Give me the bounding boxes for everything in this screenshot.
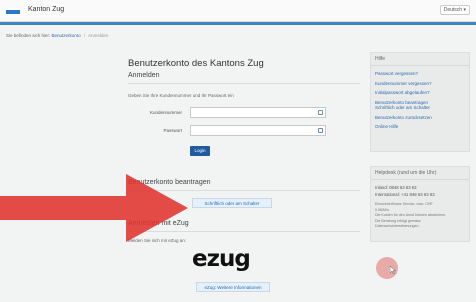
helpdesk-fine-print-1: Einwohnerfinanz Service, max. CHF — [375, 202, 433, 206]
ezug-info-button[interactable]: eZug: Weitere Informationen — [196, 282, 270, 292]
online-help-link[interactable]: Online Hilfe — [371, 122, 469, 132]
breadcrumb-separator: / — [83, 33, 86, 38]
kanton-flag-icon — [6, 8, 20, 14]
divider — [128, 83, 360, 84]
helpdesk-domestic-phone: Inland: 0848 63 63 63 — [375, 185, 417, 190]
forgot-customer-number-link[interactable]: Kundennummer vergessen? — [371, 79, 469, 89]
helpdesk-panel: Helpdesk (rund um die Uhr) Inland: 0848 … — [370, 166, 470, 242]
brand-title[interactable]: Kanton Zug — [28, 6, 64, 13]
helpdesk-heading: Helpdesk (rund um die Uhr) — [371, 167, 469, 180]
forgot-password-link[interactable]: Passwort vergessen? — [371, 66, 469, 79]
breadcrumb-current: Anmelden — [88, 33, 109, 38]
autofill-icon — [318, 110, 323, 115]
help-panel: Hilfe Passwort vergessen? Kundennummer v… — [370, 52, 470, 152]
language-select[interactable]: Deutsch ▾ — [439, 5, 470, 15]
apply-account-link[interactable]: Benutzerkonto beantragen — [371, 98, 469, 106]
page-title: Benutzerkonto des Kantons Zug — [128, 58, 264, 69]
mouse-cursor-icon — [390, 266, 396, 274]
red-arrow-annotation-icon — [0, 174, 188, 242]
login-heading: Anmelden — [128, 72, 160, 79]
helpdesk-fine-print-5: Datenschutzbestimmungen. — [375, 224, 420, 228]
password-input[interactable] — [190, 125, 326, 136]
customer-number-input[interactable] — [190, 107, 326, 118]
help-heading: Hilfe — [371, 53, 469, 66]
login-instruction: Geben Sie Ihre Kundennummer und Ihr Pass… — [128, 93, 234, 98]
autofill-icon — [318, 128, 323, 133]
header-accent-bar — [0, 22, 476, 25]
breadcrumb-link[interactable]: Benutzerkonto — [52, 33, 81, 38]
apply-account-link-sub[interactable]: Schriftlich oder am Schalter — [371, 105, 469, 113]
login-button[interactable]: Login — [190, 146, 210, 156]
password-label: Passwort — [163, 128, 182, 133]
initial-password-expired-link[interactable]: Initialpasswort abgelaufen? — [371, 88, 469, 98]
helpdesk-international-phone: International: +41 848 63 63 63 — [375, 192, 435, 197]
breadcrumb: Sie befinden sich hier: Benutzerkonto / … — [6, 33, 108, 38]
reset-account-link[interactable]: Benutzerkonto zurücksetzen — [371, 113, 469, 123]
top-header: Kanton Zug Deutsch ▾ — [0, 0, 476, 22]
ezug-logo[interactable]: ezug — [192, 246, 251, 272]
customer-number-label: Kundennummer — [149, 110, 182, 115]
breadcrumb-prefix: Sie befinden sich hier: — [6, 33, 51, 38]
apply-in-writing-button[interactable]: Schriftlich oder am Schalter — [192, 198, 272, 208]
